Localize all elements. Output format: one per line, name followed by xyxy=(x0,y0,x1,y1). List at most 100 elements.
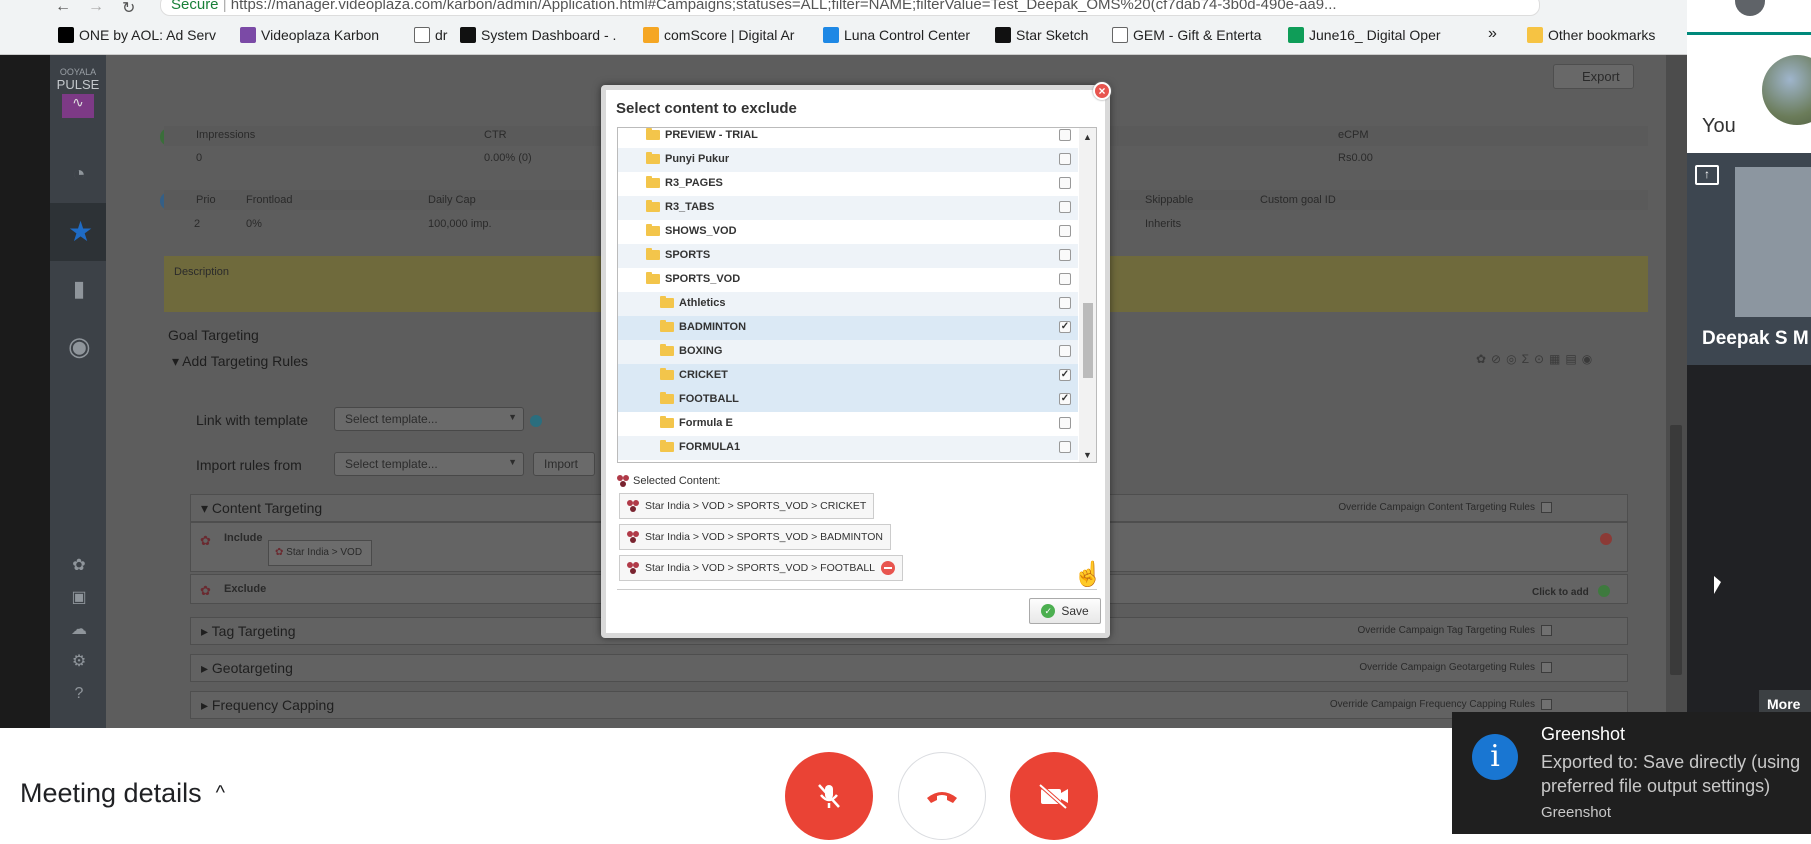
dashboard-icon[interactable]: ◔ xyxy=(68,163,90,185)
bookmark-item[interactable]: GEM - Gift & Enterta xyxy=(1112,27,1261,43)
bookmark-item[interactable]: Videoplaza Karbon xyxy=(240,27,379,43)
jira-icon xyxy=(460,27,476,43)
selected-chip[interactable]: Star India > VOD > SPORTS_VOD > BADMINTO… xyxy=(619,524,891,550)
tree-item-checkbox[interactable]: ✓ xyxy=(1059,393,1071,405)
tree-item-checkbox[interactable] xyxy=(1059,153,1071,165)
export-button[interactable]: Export xyxy=(1553,64,1634,89)
cloud-icon[interactable]: ☁ xyxy=(68,619,90,641)
help-icon[interactable] xyxy=(530,415,542,427)
presenter-name: Deepak S M xyxy=(1702,328,1809,349)
tree-item[interactable]: PREVIEW - TRIAL xyxy=(618,128,1078,148)
skippable-value[interactable]: Inherits xyxy=(1145,218,1181,230)
flower-nav-icon[interactable]: ✿ xyxy=(68,555,90,577)
tree-item[interactable]: R3_TABS xyxy=(618,196,1078,220)
tree-item[interactable]: SPORTS_VOD xyxy=(618,268,1078,292)
dailycap-value[interactable]: 100,000 imp. xyxy=(428,218,492,230)
selected-chip[interactable]: Star India > VOD > SPORTS_VOD > FOOTBALL xyxy=(619,555,904,581)
tree-item[interactable]: BADMINTON ✓ xyxy=(618,316,1078,340)
tree-item[interactable]: FORMULA1 xyxy=(618,436,1078,460)
forward-icon[interactable]: → xyxy=(88,0,104,16)
tree-item-checkbox[interactable]: ✓ xyxy=(1059,321,1071,333)
info-icon: i xyxy=(1472,734,1518,780)
import-template-select[interactable]: Select template... ▼ xyxy=(334,452,524,476)
camera-off-button[interactable] xyxy=(1010,752,1098,840)
tree-item-checkbox[interactable] xyxy=(1059,297,1071,309)
tree-item[interactable]: FOOTBALL ✓ xyxy=(618,388,1078,412)
contact-icon[interactable]: ▣ xyxy=(68,587,90,609)
remove-include-icon[interactable] xyxy=(1600,533,1612,545)
tree-item-checkbox[interactable] xyxy=(1059,201,1071,213)
tree-item-checkbox[interactable] xyxy=(1059,129,1071,141)
tree-item-checkbox[interactable] xyxy=(1059,225,1071,237)
gear-icon[interactable]: ⚙ xyxy=(68,651,90,673)
bookmark-item[interactable]: dr xyxy=(414,27,447,43)
goal-targeting-title: Goal Targeting xyxy=(168,327,259,343)
other-bookmarks[interactable]: Other bookmarks xyxy=(1527,27,1655,43)
tree-item[interactable]: SHOWS_VOD xyxy=(618,220,1078,244)
tree-item[interactable]: R3_PAGES xyxy=(618,172,1078,196)
end-call-button[interactable] xyxy=(898,752,986,840)
page-scrollbar-thumb[interactable] xyxy=(1670,425,1682,675)
presenter-tile[interactable]: ↑ Deepak S M xyxy=(1687,153,1811,365)
tree-item[interactable]: SPORTS xyxy=(618,244,1078,268)
camera-off-icon xyxy=(1038,783,1068,810)
eye-icon[interactable]: ◉ xyxy=(68,333,91,359)
reload-icon[interactable]: ↻ xyxy=(122,0,135,18)
flower-icon xyxy=(627,531,639,543)
url-text: https://manager.videoplaza.com/karbon/ad… xyxy=(230,0,1337,13)
tree-item[interactable]: Punyi Pukur xyxy=(618,148,1078,172)
meeting-details-button[interactable]: Meeting details ^ xyxy=(20,778,225,809)
self-tile[interactable]: You xyxy=(1687,35,1811,153)
remove-icon[interactable] xyxy=(881,561,896,575)
geotargeting-section[interactable]: ▸ Geotargeting Override Campaign Geotarg… xyxy=(190,654,1628,682)
nav-campaigns-active[interactable]: ★ xyxy=(50,203,106,261)
tree-item[interactable]: CRICKET ✓ xyxy=(618,364,1078,388)
override-content-checkbox[interactable] xyxy=(1541,502,1552,513)
tree-item-checkbox[interactable] xyxy=(1059,249,1071,261)
frequency-capping-section[interactable]: ▸ Frequency Capping Override Campaign Fr… xyxy=(190,691,1628,719)
frontload-value[interactable]: 0% xyxy=(246,218,262,230)
tree-scrollbar-thumb[interactable] xyxy=(1083,303,1093,378)
scroll-down-icon[interactable]: ▼ xyxy=(1083,450,1092,460)
notification-toast[interactable]: i Greenshot Exported to: Save directly (… xyxy=(1452,712,1811,834)
bookmarks-overflow[interactable]: » xyxy=(1488,25,1497,43)
link-template-select[interactable]: Select template... ▼ xyxy=(334,407,524,431)
tree-item[interactable]: BOXING xyxy=(618,340,1078,364)
close-icon[interactable]: × xyxy=(1093,82,1111,100)
selected-chip[interactable]: Star India > VOD > SPORTS_VOD > CRICKET xyxy=(619,493,875,519)
nav-rail: OOYALA PULSE ∿ ◔ ★ ▮ ◉ ✿ ▣ ☁ ⚙ ? xyxy=(50,55,106,728)
add-targeting-toggle[interactable]: ▾ Add Targeting Rules xyxy=(172,353,308,370)
import-button[interactable]: Import xyxy=(533,452,595,476)
bookmark-item[interactable]: comScore | Digital Ar xyxy=(643,27,794,43)
click-to-add[interactable]: Click to add xyxy=(1532,587,1589,598)
tree-item-checkbox[interactable] xyxy=(1059,441,1071,453)
mic-off-button[interactable] xyxy=(785,752,873,840)
scroll-up-icon[interactable]: ▲ xyxy=(1083,132,1092,142)
bookmark-item[interactable]: Luna Control Center xyxy=(823,27,970,43)
bookmark-item[interactable]: System Dashboard - . xyxy=(460,27,616,43)
bookmark-item[interactable]: Star Sketch xyxy=(995,27,1088,43)
include-chip[interactable]: ✿ Star India > VOD xyxy=(268,540,372,566)
tree-item[interactable]: Formula E xyxy=(618,412,1078,436)
people-tab[interactable] xyxy=(1687,0,1811,35)
tree-scrollbar[interactable]: ▲ ▼ xyxy=(1079,128,1096,462)
tree-item-checkbox[interactable] xyxy=(1059,273,1071,285)
targeting-toolbar-icons[interactable]: ✿⊘◎Σ⊙▦▤◉ xyxy=(1476,352,1597,366)
prio-value[interactable]: 2 xyxy=(194,218,200,230)
folder-icon xyxy=(646,248,660,260)
bookmark-item[interactable]: June16_ Digital Oper xyxy=(1288,27,1441,43)
tree-item[interactable]: Athletics xyxy=(618,292,1078,316)
add-icon[interactable] xyxy=(1598,585,1610,597)
tree-item-checkbox[interactable] xyxy=(1059,177,1071,189)
tree-item-checkbox[interactable] xyxy=(1059,345,1071,357)
help-icon[interactable]: ? xyxy=(68,683,90,705)
tree-item-checkbox[interactable]: ✓ xyxy=(1059,369,1071,381)
reports-icon[interactable]: ▮ xyxy=(68,278,90,300)
selected-content-area: Selected Content: Star India > VOD > SPO… xyxy=(617,470,1097,590)
back-icon[interactable]: ← xyxy=(55,0,71,16)
bookmark-item[interactable]: ONE by AOL: Ad Serv xyxy=(58,27,216,43)
save-button[interactable]: ✓ Save xyxy=(1029,598,1101,624)
address-bar[interactable]: Secure | https://manager.videoplaza.com/… xyxy=(160,0,1540,16)
tree-item-checkbox[interactable] xyxy=(1059,417,1071,429)
page-scrollbar[interactable] xyxy=(1666,55,1687,728)
